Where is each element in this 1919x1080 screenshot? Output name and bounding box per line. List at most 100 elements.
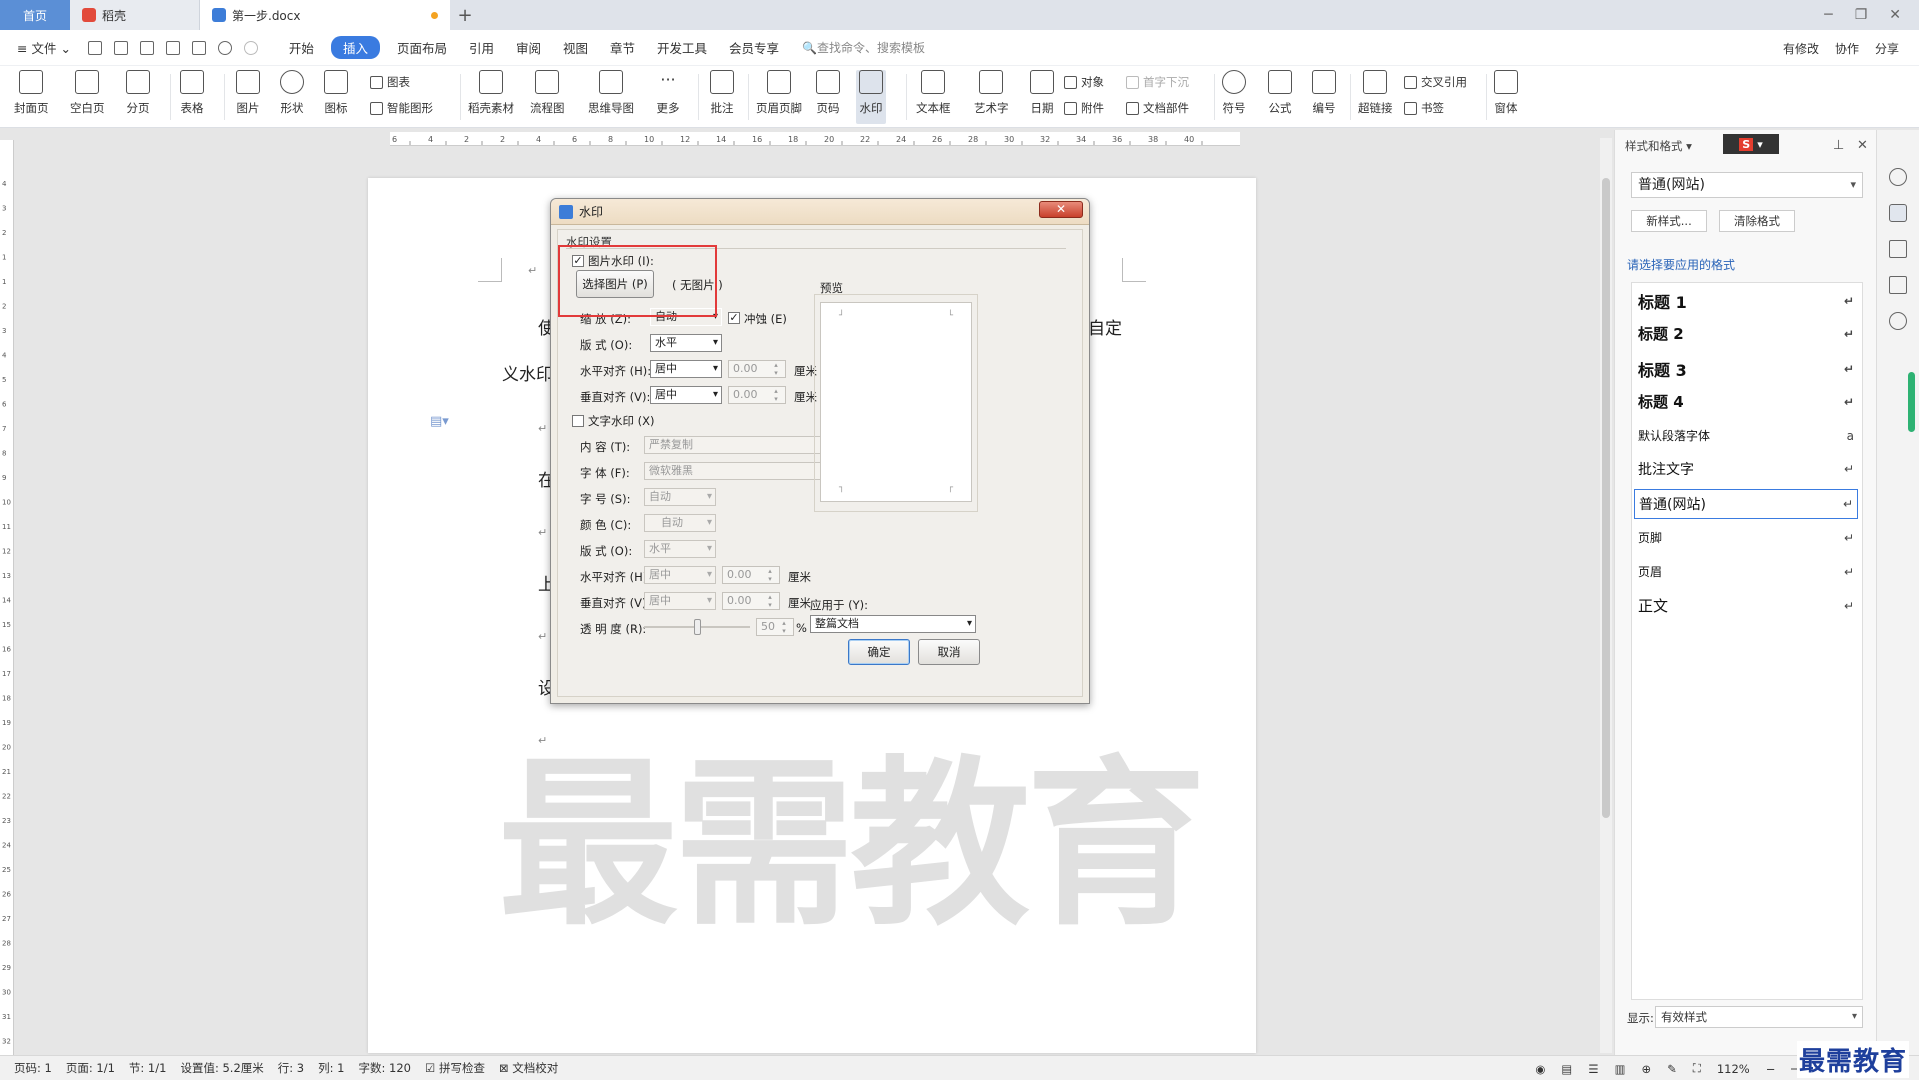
print-icon[interactable]	[165, 40, 180, 55]
outline-view-icon[interactable]: ☰	[1588, 1062, 1598, 1076]
doc-proof-button[interactable]: ⊠ 文档校对	[499, 1060, 558, 1076]
tab-document[interactable]: 第一步.docx	[200, 0, 450, 30]
menu-view[interactable]: 视图	[552, 38, 599, 57]
font-select[interactable]: 微软雅黑	[644, 462, 838, 480]
restore-button[interactable]: ❐	[1855, 7, 1868, 23]
undo-icon[interactable]	[217, 40, 232, 55]
style-comment-text[interactable]: 批注文字 ↵	[1638, 459, 1854, 479]
image-layout-select[interactable]: 水平	[650, 334, 722, 352]
styles-panel-title[interactable]: 样式和格式 ▾	[1625, 138, 1692, 154]
image-halign-select[interactable]: 居中	[650, 360, 722, 378]
dropcap-button[interactable]: 首字下沉	[1126, 74, 1189, 90]
style-format-icon[interactable]	[1889, 168, 1907, 186]
menu-references[interactable]: 引用	[458, 38, 505, 57]
style-normal-web[interactable]: 普通(网站) ↵	[1634, 489, 1858, 519]
image-valign-offset[interactable]: 0.00	[728, 386, 786, 404]
text-halign-offset[interactable]: 0.00	[722, 566, 780, 584]
panel-toggle-handle[interactable]	[1908, 372, 1915, 432]
numbering-button[interactable]: 编号	[1312, 70, 1336, 116]
style-header[interactable]: 页眉 ↵	[1638, 563, 1854, 580]
command-search[interactable]: 🔍查找命令、搜索模板	[802, 39, 925, 56]
apply-to-select[interactable]: 整篇文档	[810, 615, 976, 633]
form-button[interactable]: 窗体	[1494, 70, 1518, 116]
mindmap-button[interactable]: 思维导图	[588, 70, 634, 116]
flowchart-button[interactable]: 流程图	[530, 70, 565, 116]
text-watermark-checkbox[interactable]	[572, 415, 584, 427]
menu-member[interactable]: 会员专享	[718, 38, 790, 57]
cancel-button[interactable]: 取消	[918, 639, 980, 665]
menu-insert[interactable]: 插入	[330, 36, 380, 59]
content-select[interactable]: 严禁复制	[644, 436, 838, 454]
new-tab-button[interactable]: +	[450, 0, 480, 30]
file-menu[interactable]: ≡ 文件 ⌄	[6, 38, 82, 57]
pin-icon[interactable]: ⊥	[1833, 138, 1844, 153]
collaborate-button[interactable]: 协作	[1835, 40, 1859, 57]
clear-format-button[interactable]: 清除格式	[1719, 210, 1795, 232]
blank-page-button[interactable]: 空白页	[70, 70, 105, 116]
export-icon[interactable]	[139, 40, 154, 55]
dialog-close-button[interactable]: ✕	[1039, 201, 1083, 218]
style-body-text[interactable]: 正文 ↵	[1638, 595, 1854, 616]
icons-button[interactable]: 图标	[324, 70, 348, 116]
hyperlink-button[interactable]: 超链接	[1358, 70, 1393, 116]
header-footer-button[interactable]: 页眉页脚	[756, 70, 802, 116]
ok-button[interactable]: 确定	[848, 639, 910, 665]
attachment-button[interactable]: 附件	[1064, 100, 1104, 116]
page-break-button[interactable]: 分页	[126, 70, 150, 116]
tab-daoke[interactable]: 稻壳	[70, 0, 200, 30]
shape-button[interactable]: 形状	[280, 70, 304, 116]
scrollbar-thumb[interactable]	[1602, 178, 1610, 818]
menu-review[interactable]: 审阅	[505, 38, 552, 57]
formula-button[interactable]: 公式	[1268, 70, 1292, 116]
comment-button[interactable]: 批注	[710, 70, 734, 116]
horizontal-ruler[interactable]: 6 4 2 2 4 6 8 10 12 14 16 18 20 22 24 26 28 30 32 34 36 38 40	[390, 132, 1240, 146]
menu-chapter[interactable]: 章节	[599, 38, 646, 57]
bookmark-button[interactable]: 书签	[1404, 100, 1444, 116]
object-button[interactable]: 对象	[1064, 74, 1104, 90]
image-valign-select[interactable]: 居中	[650, 386, 722, 404]
spell-check-button[interactable]: ☑ 拼写检查	[425, 1060, 485, 1076]
status-words[interactable]: 字数: 120	[359, 1060, 411, 1076]
preview-icon[interactable]	[191, 40, 206, 55]
redo-icon[interactable]	[243, 40, 258, 55]
text-layout-select[interactable]: 水平	[644, 540, 716, 558]
wordart-button[interactable]: 艺术字	[974, 70, 1009, 116]
show-filter-select[interactable]: 有效样式	[1655, 1006, 1863, 1028]
style-heading-1[interactable]: 标题 1 ↵	[1638, 289, 1854, 313]
style-heading-4[interactable]: 标题 4 ↵	[1638, 391, 1854, 412]
new-style-button[interactable]: 新样式...	[1631, 210, 1707, 232]
eye-protect-icon[interactable]: ◉	[1535, 1062, 1545, 1076]
text-valign-select[interactable]: 居中	[644, 592, 716, 610]
zoom-level[interactable]: 112%	[1717, 1062, 1750, 1076]
washout-checkbox[interactable]: ✓	[728, 312, 740, 324]
edit-pen-icon[interactable]	[1889, 204, 1907, 222]
doc-parts-button[interactable]: 文档部件	[1126, 100, 1189, 116]
zoom-out-button[interactable]: −	[1766, 1062, 1776, 1076]
more-button[interactable]: ··· 更多	[656, 70, 680, 116]
dialog-title-bar[interactable]: 水印	[551, 199, 1089, 225]
page-number-button[interactable]: 页码	[816, 70, 840, 116]
tab-home[interactable]: 首页	[0, 0, 70, 30]
vertical-ruler[interactable]: 4 3 2 1 1 2 3 4 5 6 7 8 9 10 11 12 13 14 15 16 17 18 19 20 21 22 2…	[0, 140, 14, 1055]
cover-page-button[interactable]: 封面页	[14, 70, 49, 116]
size-select[interactable]: 自动	[644, 488, 716, 506]
color-select[interactable]: 自动	[644, 514, 716, 532]
style-footer[interactable]: 页脚 ↵	[1638, 529, 1854, 546]
close-window-button[interactable]: ✕	[1889, 7, 1901, 23]
document-scrollbar[interactable]	[1600, 138, 1612, 1053]
smart-art-button[interactable]: 智能图形	[370, 100, 433, 116]
menu-page-layout[interactable]: 页面布局	[386, 38, 458, 57]
daoke-material-button[interactable]: 稻壳素材	[468, 70, 514, 116]
chart-button[interactable]: 图表	[370, 74, 410, 90]
menu-developer[interactable]: 开发工具	[646, 38, 718, 57]
minimize-button[interactable]: ─	[1824, 7, 1832, 23]
menu-start[interactable]: 开始	[278, 38, 325, 57]
symbol-button[interactable]: 符号	[1222, 70, 1246, 116]
write-view-icon[interactable]: ✎	[1667, 1062, 1677, 1076]
watermark-button[interactable]: 水印	[856, 70, 886, 124]
style-heading-3[interactable]: 标题 3 ↵	[1638, 357, 1854, 381]
read-view-icon[interactable]: ▥	[1615, 1062, 1626, 1076]
close-panel-icon[interactable]: ✕	[1857, 138, 1868, 153]
settings-sliders-icon[interactable]	[1889, 276, 1907, 294]
current-style-select[interactable]: 普通(网站)	[1631, 172, 1863, 198]
